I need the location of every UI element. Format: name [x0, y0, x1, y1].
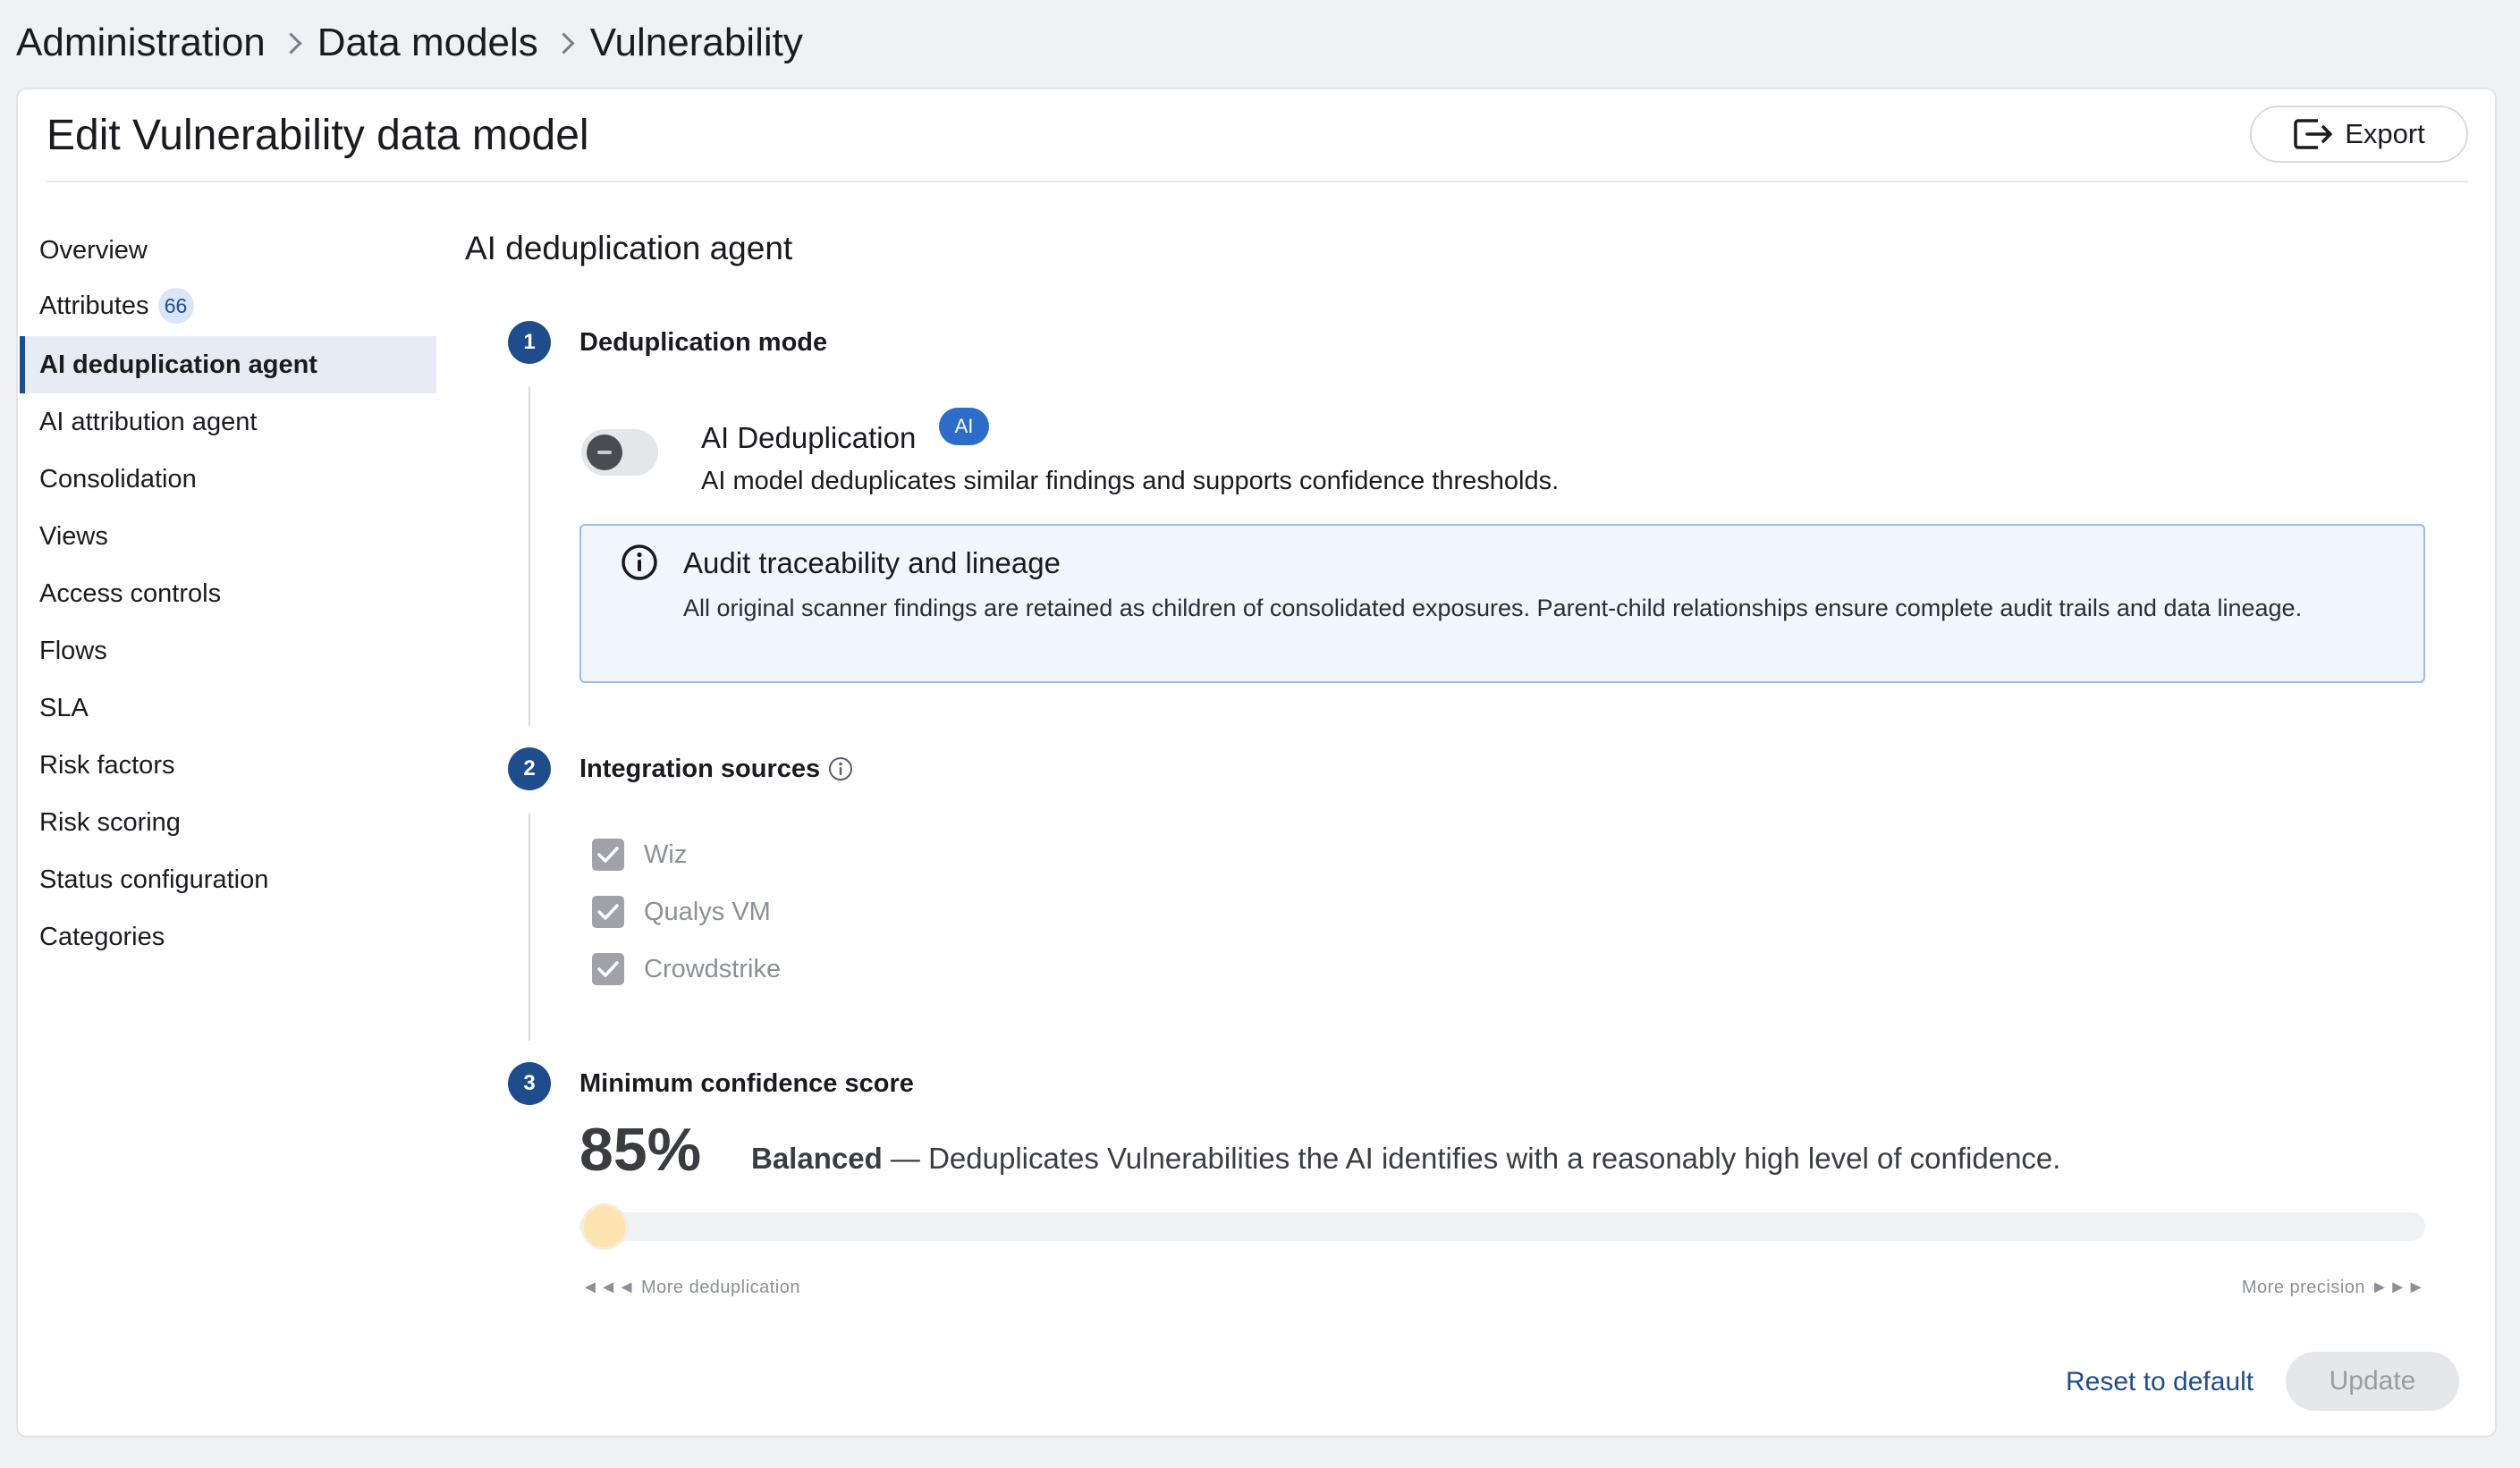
step-label-integration-sources: Integration sources [579, 755, 821, 783]
source-checkbox-wiz[interactable] [592, 839, 624, 871]
slider-hint-more-precision: More precision ►►► [2241, 1278, 2425, 1297]
confidence-slider-track[interactable] [579, 1212, 2425, 1241]
sidebar-item-label: Attributes [39, 291, 149, 320]
export-label: Export [2345, 118, 2425, 149]
breadcrumb-vulnerability: Vulnerability [589, 21, 803, 64]
sidebar-item-label: Access controls [39, 578, 222, 608]
sidebar-item-risk-scoring[interactable]: Risk scoring [20, 794, 436, 851]
section-title: AI deduplication agent [465, 230, 793, 266]
step-number-badge: 3 [508, 1062, 551, 1105]
export-icon [2294, 119, 2332, 149]
page-title: Edit Vulnerability data model [47, 112, 589, 159]
check-icon [597, 847, 619, 863]
confidence-score-value: 85% [579, 1116, 702, 1184]
step-connector [529, 814, 530, 1041]
step-number-badge: 2 [508, 747, 551, 790]
breadcrumb-data-models[interactable]: Data models [317, 21, 538, 65]
info-text: All original scanner findings are retain… [683, 595, 2303, 621]
confidence-level-explanation: — Deduplicates Vulnerabilities the AI id… [882, 1142, 2061, 1175]
confidence-slider-thumb[interactable] [581, 1203, 628, 1250]
integration-sources-info-icon[interactable] [828, 756, 853, 781]
check-icon [597, 904, 619, 920]
reset-to-default-link[interactable]: Reset to default [2066, 1364, 2254, 1400]
sidebar-item-label: SLA [39, 693, 89, 722]
sidebar-item-label: Risk scoring [39, 807, 181, 837]
sidebar-item-ai-attribution-agent[interactable]: AI attribution agent [20, 393, 436, 451]
step-label-minimum-confidence-score: Minimum confidence score [579, 1069, 914, 1098]
sidebar-item-ai-deduplication-agent[interactable]: AI deduplication agent [20, 336, 436, 393]
export-button[interactable]: Export [2250, 105, 2468, 163]
sidebar-item-label: Consolidation [39, 464, 197, 494]
breadcrumb: Administration Data models Vulnerability [16, 16, 803, 70]
update-button[interactable]: Update [2286, 1352, 2459, 1411]
step-number-badge: 1 [508, 321, 551, 364]
sidebar-item-label: AI deduplication agent [39, 350, 317, 379]
sidebar-item-label: Status configuration [39, 865, 269, 894]
ai-deduplication-toggle[interactable] [581, 429, 658, 476]
source-checkbox-crowdstrike[interactable] [592, 953, 624, 985]
step-label-deduplication-mode: Deduplication mode [579, 328, 828, 357]
slider-hint-more-deduplication: ◄◄◄ More deduplication [581, 1278, 800, 1297]
sidebar-item-label: Views [39, 521, 108, 551]
sidebar-item-views[interactable]: Views [20, 508, 436, 565]
sidebar-item-consolidation[interactable]: Consolidation [20, 451, 436, 508]
sidebar-item-access-controls[interactable]: Access controls [20, 565, 436, 622]
sidebar-item-label: Flows [39, 636, 107, 665]
confidence-score-description: Balanced — Deduplicates Vulnerabilities … [751, 1141, 2060, 1177]
sidebar-item-label: AI attribution agent [39, 407, 258, 436]
sidebar-item-sla[interactable]: SLA [20, 679, 436, 737]
info-title: Audit traceability and lineage [683, 546, 1061, 579]
ai-deduplication-title: AI Deduplication [701, 421, 917, 454]
source-label-crowdstrike: Crowdstrike [644, 955, 782, 983]
sidebar-item-label: Risk factors [39, 750, 175, 780]
header-divider [47, 181, 2468, 182]
chevron-right-icon [278, 27, 305, 59]
source-label-qualys-vm: Qualys VM [644, 898, 771, 926]
breadcrumb-administration[interactable]: Administration [16, 21, 266, 65]
toggle-knob [587, 434, 622, 470]
ai-badge: AI [939, 408, 989, 445]
check-icon [597, 961, 619, 977]
sidebar-item-label: Categories [39, 922, 165, 951]
sidebar-item-categories[interactable]: Categories [20, 908, 436, 966]
source-label-wiz: Wiz [644, 840, 688, 869]
sidebar-item-attributes[interactable]: Attributes 66 [20, 277, 436, 334]
confidence-level: Balanced [751, 1142, 883, 1175]
sidebar-item-overview[interactable]: Overview [20, 222, 436, 279]
sidebar-item-label: Overview [39, 235, 148, 265]
sidebar-item-status-configuration[interactable]: Status configuration [20, 851, 436, 908]
sidebar-item-flows[interactable]: Flows [20, 622, 436, 679]
ai-deduplication-description: AI model deduplicates similar findings a… [701, 467, 1560, 495]
info-icon [622, 544, 657, 580]
attributes-count-badge: 66 [157, 288, 194, 324]
step-connector [529, 386, 530, 726]
source-checkbox-qualys-vm[interactable] [592, 896, 624, 928]
sidebar-item-risk-factors[interactable]: Risk factors [20, 737, 436, 794]
chevron-right-icon [551, 27, 578, 59]
